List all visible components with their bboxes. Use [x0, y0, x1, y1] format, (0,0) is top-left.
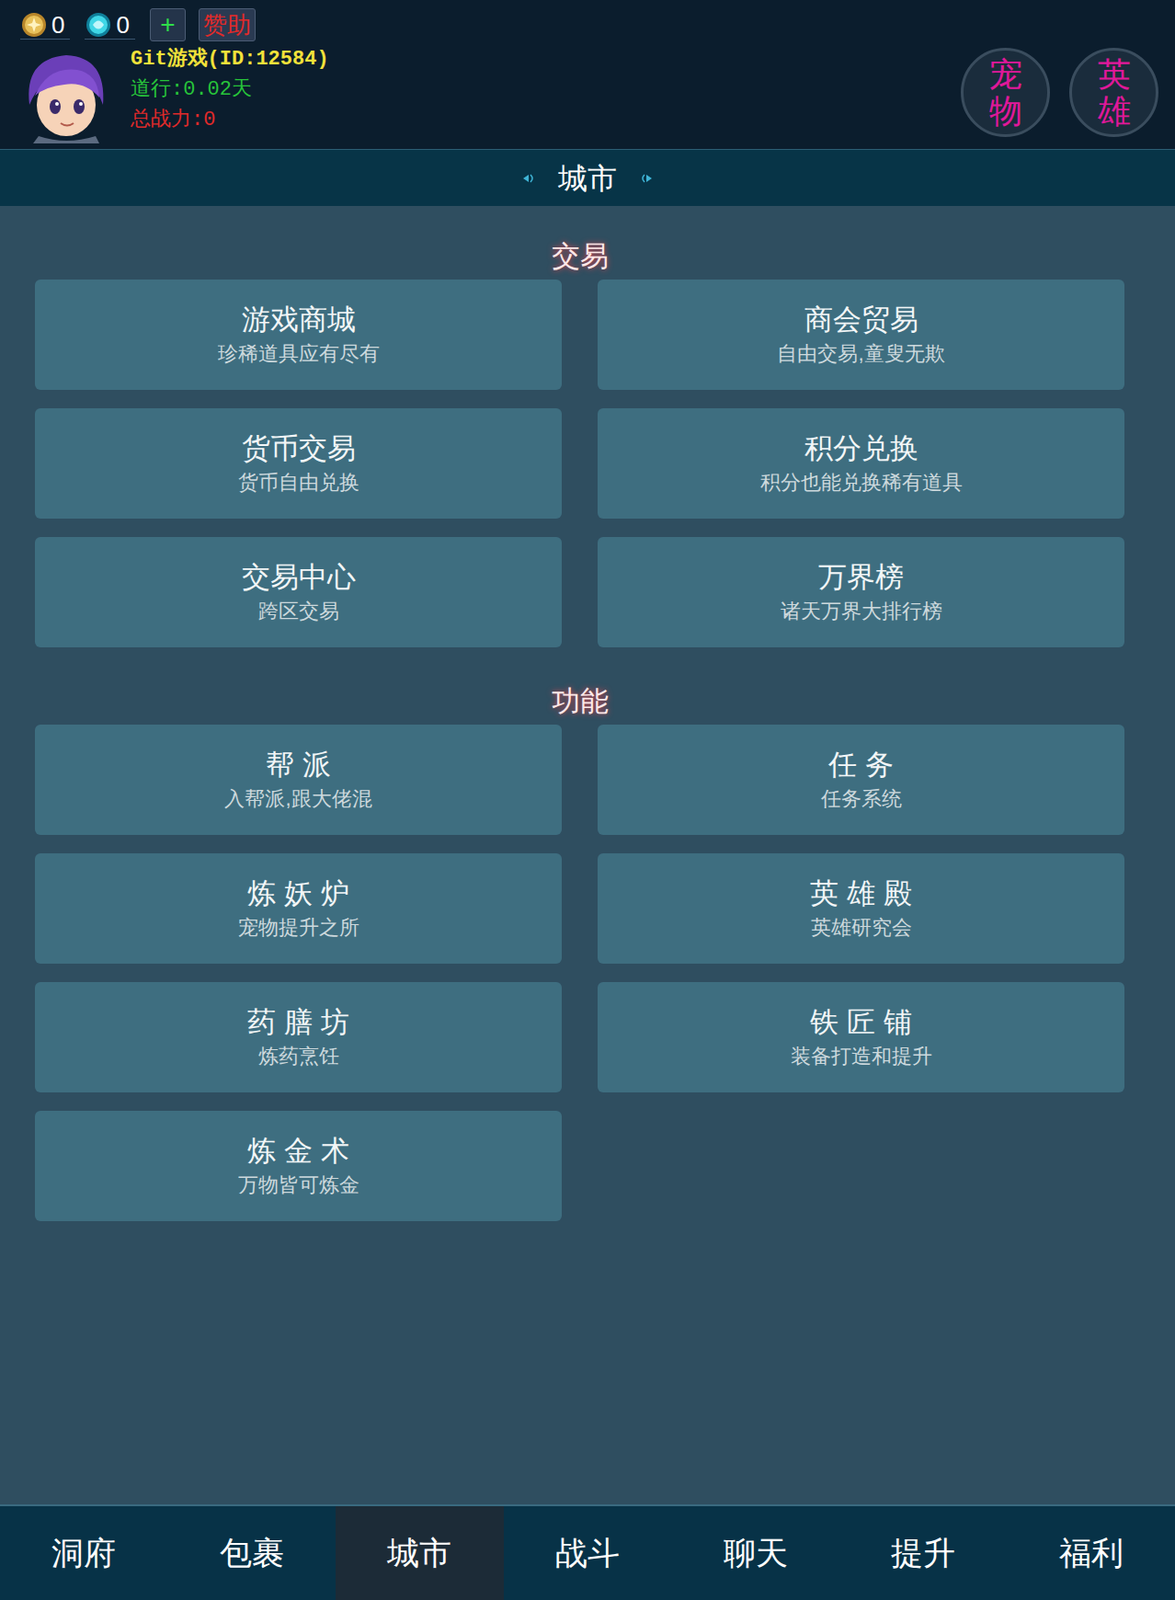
- card-title: 帮 派: [265, 747, 331, 783]
- card-title: 炼 金 术: [247, 1133, 349, 1169]
- card-title: 铁 匠 铺: [809, 1004, 912, 1040]
- menu-card[interactable]: 积分兑换积分也能兑换稀有道具: [597, 408, 1125, 519]
- card-title: 炼 妖 炉: [247, 876, 349, 912]
- add-button[interactable]: +: [149, 8, 186, 42]
- card-subtitle: 英雄研究会: [810, 914, 913, 941]
- menu-section: 功能帮 派入帮派,跟大佬混任 务任务系统炼 妖 炉宠物提升之所英 雄 殿英雄研究…: [34, 678, 1125, 1221]
- currency-row: 00 + 赞助: [20, 7, 330, 43]
- menu-card[interactable]: 炼 妖 炉宠物提升之所: [34, 853, 562, 964]
- card-subtitle: 货币自由兑换: [238, 469, 360, 496]
- menu-card[interactable]: 商会贸易自由交易,童叟无欺: [597, 279, 1125, 390]
- card-subtitle: 任务系统: [821, 786, 902, 812]
- currency-item: 0: [84, 11, 135, 40]
- sponsor-button[interactable]: 赞助: [198, 8, 256, 42]
- quick-button[interactable]: 宠物: [960, 47, 1050, 137]
- nav-tab[interactable]: 战斗: [503, 1505, 673, 1600]
- card-title: 英 雄 殿: [809, 876, 912, 912]
- player-avatar-icon[interactable]: [20, 49, 111, 144]
- card-title: 交易中心: [241, 559, 356, 595]
- nav-tab[interactable]: 城市: [335, 1505, 504, 1600]
- nav-tab[interactable]: 福利: [1006, 1505, 1175, 1600]
- card-subtitle: 入帮派,跟大佬混: [224, 786, 372, 812]
- card-subtitle: 炼药烹饪: [258, 1043, 340, 1070]
- gem-orb-icon: [84, 11, 113, 39]
- card-title: 积分兑换: [804, 431, 919, 467]
- card-subtitle: 装备打造和提升: [790, 1043, 933, 1070]
- player-daohang: 道行:0.02天: [130, 74, 330, 105]
- title-ornament-icon: [521, 171, 537, 185]
- menu-card[interactable]: 万界榜诸天万界大排行榜: [597, 536, 1125, 648]
- menu-card[interactable]: 任 务任务系统: [597, 724, 1125, 835]
- menu-section: 交易游戏商城珍稀道具应有尽有商会贸易自由交易,童叟无欺货币交易货币自由兑换积分兑…: [34, 233, 1125, 648]
- card-subtitle: 万物皆可炼金: [238, 1172, 360, 1198]
- game-screen: 00+赞助Git游戏(ID:12584)道行:0.02天总战力:0宠物英雄城市交…: [0, 0, 1175, 1600]
- section-title: 交易: [34, 233, 1125, 280]
- currency-item: 0: [20, 11, 70, 40]
- player-info: Git游戏(ID:12584)道行:0.02天总战力:0: [130, 44, 330, 136]
- quick-button[interactable]: 英雄: [1069, 47, 1159, 137]
- card-subtitle: 跨区交易: [258, 598, 340, 625]
- section-title: 功能: [34, 678, 1125, 725]
- card-subtitle: 珍稀道具应有尽有: [217, 341, 380, 367]
- page-title-bar: 城市: [0, 148, 1175, 206]
- menu-card[interactable]: 货币交易货币自由兑换: [34, 408, 562, 519]
- card-subtitle: 诸天万界大排行榜: [780, 598, 943, 625]
- card-title: 游戏商城: [241, 302, 356, 338]
- menu-card[interactable]: 帮 派入帮派,跟大佬混: [34, 724, 562, 835]
- player-name: Git游戏(ID:12584): [130, 44, 330, 75]
- menu-card[interactable]: 英 雄 殿英雄研究会: [597, 853, 1125, 964]
- nav-tab[interactable]: 洞府: [0, 1505, 169, 1600]
- card-subtitle: 积分也能兑换稀有道具: [760, 469, 963, 496]
- nav-tab[interactable]: 聊天: [671, 1505, 840, 1600]
- nav-tab[interactable]: 包裹: [168, 1505, 337, 1600]
- bottom-nav: 洞府包裹城市战斗聊天提升福利: [0, 1504, 1175, 1600]
- gold-coin-icon: [20, 11, 48, 39]
- menu-card[interactable]: 交易中心跨区交易: [34, 536, 562, 648]
- city-menu: 交易游戏商城珍稀道具应有尽有商会贸易自由交易,童叟无欺货币交易货币自由兑换积分兑…: [0, 205, 1175, 1505]
- menu-card[interactable]: 药 膳 坊炼药烹饪: [34, 981, 562, 1093]
- card-subtitle: 自由交易,童叟无欺: [776, 341, 945, 367]
- menu-card[interactable]: 铁 匠 铺装备打造和提升: [597, 981, 1125, 1093]
- menu-card[interactable]: 炼 金 术万物皆可炼金: [34, 1110, 562, 1221]
- card-title: 任 务: [828, 747, 894, 783]
- player-power: 总战力:0: [130, 104, 330, 136]
- card-title: 药 膳 坊: [247, 1004, 349, 1040]
- card-title: 万界榜: [818, 559, 904, 595]
- card-title: 货币交易: [241, 431, 356, 467]
- page-title: 城市: [558, 156, 617, 201]
- card-title: 商会贸易: [804, 302, 919, 338]
- nav-tab[interactable]: 提升: [839, 1505, 1008, 1600]
- card-subtitle: 宠物提升之所: [238, 914, 360, 941]
- player-header: 00 + 赞助Git游戏(ID:12584)道行:0.02天总战力:0 宠物英雄: [0, 0, 1175, 149]
- menu-card[interactable]: 游戏商城珍稀道具应有尽有: [34, 279, 562, 390]
- title-ornament-icon: [638, 171, 654, 185]
